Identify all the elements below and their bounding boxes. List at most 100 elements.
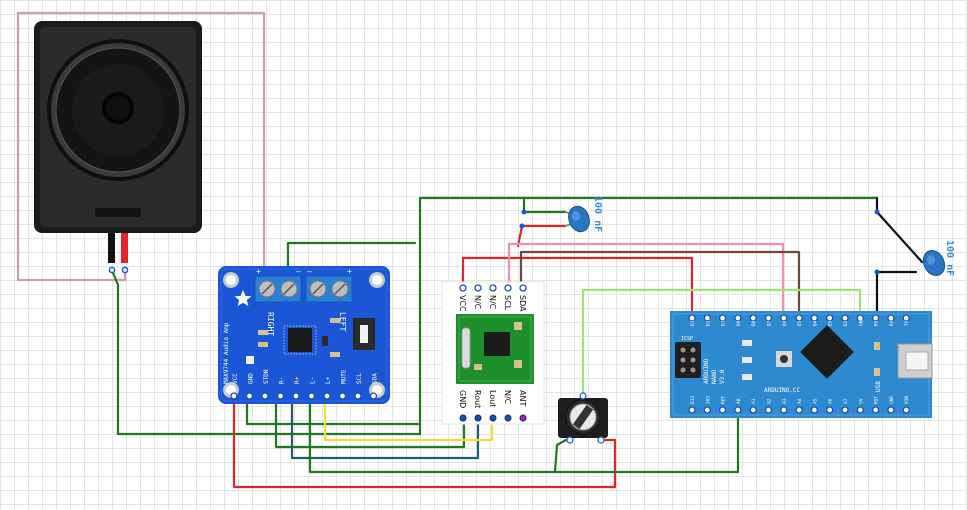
- pin-label: D12: [690, 318, 696, 326]
- nano-top-pin-7[interactable]: [795, 314, 803, 322]
- pin-label: MUTE: [341, 369, 348, 384]
- capacitor-2-label: 100 nF: [944, 240, 955, 276]
- radio-bottom-pin-1[interactable]: [474, 414, 482, 422]
- amp-pin-stdn[interactable]: [261, 392, 269, 400]
- pin-label: D8: [751, 320, 757, 326]
- capacitor-1[interactable]: 100 nF: [564, 196, 603, 235]
- amp-pin-vcc[interactable]: [230, 392, 238, 400]
- pin-label: A5: [812, 398, 818, 404]
- breadboard-canvas: + – – + RIGHT LEFT MAX9744 Audio Amp VCC…: [0, 0, 967, 510]
- radio-top-pin-1[interactable]: [474, 284, 482, 292]
- capacitor-1-label: 100 nF: [592, 196, 603, 232]
- pin-label: N/C: [488, 295, 497, 310]
- pin-label: GND: [458, 390, 467, 408]
- nano-bottom-pin-13[interactable]: [887, 406, 895, 414]
- nano-top-pin-9[interactable]: [826, 314, 834, 322]
- pin-label: R-: [279, 377, 286, 384]
- nano-bottom-pin-3[interactable]: [734, 406, 742, 414]
- wire-amp-out[interactable]: [286, 241, 417, 270]
- nano-bottom-pin-5[interactable]: [764, 406, 773, 414]
- amp-pin-scl[interactable]: [354, 392, 362, 400]
- wire-cap1-gnd[interactable]: [522, 196, 567, 214]
- amp-pin-mute[interactable]: [338, 392, 347, 400]
- nano-bottom-pin-10[interactable]: [841, 406, 849, 414]
- nano-bottom-pin-0[interactable]: [688, 406, 696, 414]
- amp-pin-sda[interactable]: [369, 392, 378, 400]
- pin-label: GND: [889, 396, 895, 404]
- wire-cap2-b[interactable]: [875, 270, 918, 318]
- pin-label: GND: [248, 373, 255, 384]
- pin-label: A0: [736, 398, 742, 404]
- pin-label: GND: [858, 318, 864, 326]
- wire-pot-gnd[interactable]: [553, 438, 568, 474]
- pin-label: ANT: [518, 390, 527, 406]
- radio-bottom-pin-3[interactable]: [504, 414, 512, 422]
- nano-bottom-pin-11[interactable]: [856, 406, 864, 414]
- pin-label: SCL: [503, 295, 512, 311]
- pin-label: 3V3: [705, 396, 711, 404]
- nano-top-pin-6[interactable]: [780, 314, 788, 322]
- radio-bottom-pin-0[interactable]: [459, 414, 467, 422]
- nano-bottom-pin-9[interactable]: [826, 406, 834, 414]
- pin-label: VCC: [232, 373, 239, 384]
- potentiometer[interactable]: [558, 392, 608, 444]
- pin-label: Rout: [473, 390, 482, 408]
- nano-bottom-pin-2[interactable]: [718, 406, 727, 414]
- speaker-terminal-neg[interactable]: [108, 266, 116, 274]
- radio-bottom-pin-2[interactable]: [489, 414, 497, 422]
- pin-label: D9: [736, 320, 742, 326]
- radio-module[interactable]: VCC N/C N/C SCL SDA GND Rout Lout N/C ANT: [441, 281, 545, 425]
- nano-bottom-pin-4[interactable]: [749, 406, 757, 414]
- pin-label: TX1: [904, 318, 910, 326]
- amplifier-board[interactable]: + – – + RIGHT LEFT MAX9744 Audio Amp VCC…: [218, 266, 390, 404]
- wire-cap2-a[interactable]: [875, 196, 924, 264]
- amp-left-label: LEFT: [338, 312, 347, 331]
- pin-label: A4: [797, 398, 803, 404]
- pin-label: D4: [812, 320, 818, 326]
- nano-top-pin-3[interactable]: [734, 314, 742, 322]
- capacitor-2[interactable]: 100 nF: [919, 240, 955, 279]
- nano-top-pin-10[interactable]: [841, 314, 849, 322]
- amp-pin-l[interactable]: [307, 392, 316, 400]
- nano-top-pin-5[interactable]: [764, 314, 773, 322]
- amp-pin-r[interactable]: [292, 392, 300, 400]
- arduino-nano[interactable]: ARDUINO NANO V3.0 ARDUINO.CC USB ICSP D1…: [670, 311, 933, 418]
- pin-label: D10: [721, 318, 727, 326]
- nano-bottom-pin-14[interactable]: [902, 406, 910, 414]
- nano-bottom-pin-7[interactable]: [795, 406, 803, 414]
- pin-label: A7: [843, 398, 849, 404]
- pin-label: Lout: [488, 390, 497, 407]
- nano-version: V3.0: [719, 369, 726, 384]
- amp-right-label: RIGHT: [266, 312, 275, 336]
- radio-bottom-pin-4[interactable]: [519, 414, 527, 422]
- nano-model: NANO: [711, 369, 718, 384]
- nano-bottom-pin-1[interactable]: [703, 406, 711, 414]
- svg-text:+: +: [256, 267, 261, 276]
- radio-top-pin-0[interactable]: [459, 284, 467, 292]
- pin-label: D3: [828, 320, 834, 326]
- nano-bottom-pin-8[interactable]: [810, 406, 819, 414]
- amp-pin-l[interactable]: [323, 392, 331, 400]
- speaker-terminal-pos[interactable]: [121, 266, 129, 274]
- nano-icsp-label: ICSP: [681, 336, 693, 342]
- speaker[interactable]: [34, 21, 202, 274]
- radio-top-pin-4[interactable]: [519, 284, 527, 292]
- nano-bottom-pin-6[interactable]: [780, 406, 788, 414]
- amp-pin-gnd[interactable]: [245, 392, 254, 400]
- pin-label: D2: [843, 320, 849, 326]
- wire-scl[interactable]: [507, 242, 785, 318]
- pin-label: SCL: [356, 373, 363, 384]
- pin-label: A1: [751, 398, 757, 404]
- pin-label: L-: [310, 377, 317, 384]
- pin-label: D7: [767, 320, 773, 326]
- radio-top-pin-2[interactable]: [489, 284, 497, 292]
- nano-bottom-pin-12[interactable]: [871, 406, 880, 414]
- nano-top-pin-4[interactable]: [749, 314, 757, 322]
- pin-label: N/C: [473, 295, 482, 310]
- pin-label: REF: [721, 396, 727, 404]
- amp-pin-r[interactable]: [276, 392, 285, 400]
- radio-top-pin-3[interactable]: [504, 284, 512, 292]
- nano-top-pin-8[interactable]: [810, 314, 819, 322]
- pin-label: RST: [874, 318, 880, 326]
- wire-sda[interactable]: [519, 250, 801, 318]
